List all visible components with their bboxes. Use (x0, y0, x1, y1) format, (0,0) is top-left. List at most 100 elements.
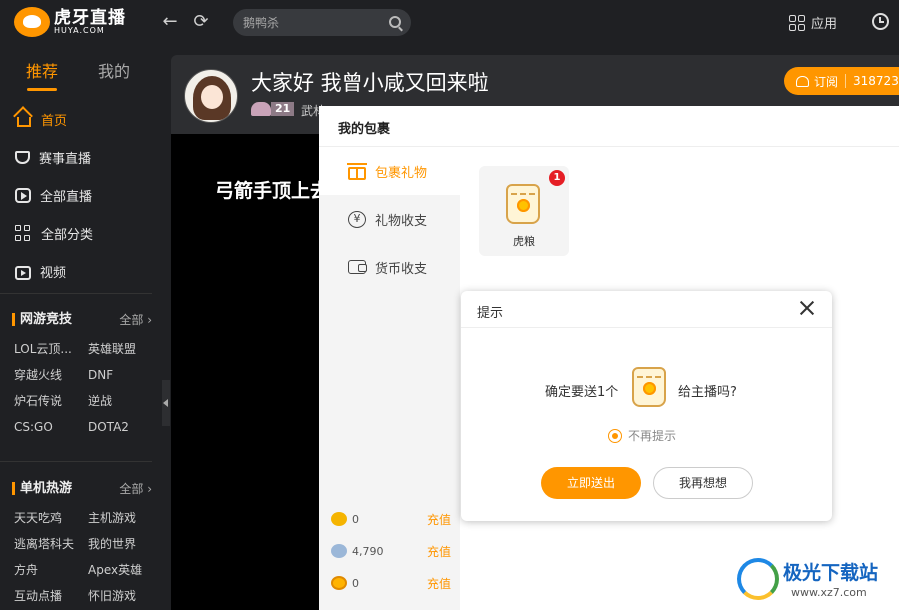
clock-icon[interactable] (872, 13, 889, 30)
yen-icon: ¥ (348, 210, 366, 228)
tab-label: 礼物收支 (375, 213, 428, 229)
section-all-link[interactable]: 全部 › (119, 480, 152, 497)
package-header: 我的包裹 (319, 106, 899, 147)
section-title: 网游竞技 (12, 313, 72, 326)
streamer-avatar[interactable] (184, 69, 238, 123)
aurora-logo-icon (737, 558, 779, 600)
tab-package-gifts[interactable]: 包裹礼物 (319, 147, 460, 195)
search-icon[interactable] (389, 16, 401, 28)
close-icon[interactable] (798, 299, 816, 317)
game-link[interactable]: 英雄联盟 (88, 340, 162, 358)
sidebar-item-esports[interactable]: 赛事直播 (0, 138, 162, 176)
sidebar: 推荐 我的 首页 赛事直播 全部直播 全部分类 视频 网游竞技 全部 › LOL… (0, 45, 162, 610)
currency-row-silver-bean: 4,790 充值 (331, 542, 451, 560)
level-wing-icon (251, 102, 271, 116)
game-link[interactable]: 我的世界 (88, 535, 162, 553)
dialog-header: 提示 (461, 291, 832, 328)
sidebar-item-video[interactable]: 视频 (0, 252, 162, 290)
subscribe-heart-icon (796, 75, 809, 87)
game-link[interactable]: 主机游戏 (88, 509, 162, 527)
room-title: 大家好 我曾小咸又回来啦 (251, 71, 489, 95)
watermark: 极光下载站 www.xz7.com (737, 556, 899, 610)
tv-icon (15, 265, 31, 280)
game-link[interactable]: 方舟 (14, 561, 88, 579)
huya-logo-icon (14, 7, 50, 37)
tiger-food-bag-icon (632, 367, 666, 407)
tab-label: 包裹礼物 (375, 165, 428, 181)
confirm-message: 确定要送1个 给主播吗? (545, 367, 755, 413)
section-title: 单机热游 (12, 482, 72, 495)
game-link[interactable]: CS:GO (14, 418, 88, 436)
send-now-button[interactable]: 立即送出 (541, 467, 641, 499)
apps-label: 应用 (811, 17, 838, 32)
sidebar-item-label: 首页 (41, 113, 68, 129)
confirm-message-after: 给主播吗? (678, 385, 737, 400)
game-link[interactable]: LOL云顶... (14, 340, 88, 358)
currency-row-huya-coin: 0 充值 (331, 574, 451, 592)
currency-row-gold-bean: 0 充值 (331, 510, 451, 528)
game-link[interactable]: 逆战 (88, 392, 162, 410)
huya-coin-icon (331, 576, 347, 590)
game-link[interactable]: 互动点播 (14, 587, 88, 605)
section-single-games-header: 单机热游 全部 › (12, 480, 152, 497)
currency-value: 4,790 (352, 544, 384, 558)
section-all-link[interactable]: 全部 › (119, 311, 152, 328)
subscribe-button[interactable]: 订阅 3187238 (784, 67, 899, 95)
grid-icon (15, 224, 32, 242)
recharge-link[interactable]: 充值 (427, 575, 451, 592)
logo-text-en: HUYA.COM (54, 25, 105, 35)
logo-text-cn: 虎牙直播 (54, 7, 126, 28)
search-input[interactable] (243, 9, 383, 36)
trophy-icon (15, 150, 30, 164)
play-icon (15, 187, 31, 203)
tab-gift-records[interactable]: ¥ 礼物收支 (319, 195, 460, 243)
section-online-games-header: 网游竞技 全部 › (12, 311, 152, 328)
sidebar-collapse-handle[interactable] (162, 380, 170, 426)
reconsider-button[interactable]: 我再想想 (653, 467, 753, 499)
huya-logo[interactable]: 虎牙直播 HUYA.COM (14, 7, 126, 37)
game-link[interactable]: DOTA2 (88, 418, 162, 436)
refresh-icon[interactable]: ⟳ (190, 11, 212, 33)
tiger-food-bag-icon (506, 184, 540, 224)
game-link[interactable]: 天天吃鸡 (14, 509, 88, 527)
subscribe-label: 订阅 (814, 74, 839, 89)
apps-button[interactable]: 应用 (789, 13, 837, 32)
no-remind-label: 不再提示 (628, 429, 677, 443)
divider (0, 461, 152, 462)
search-box (233, 9, 411, 36)
recharge-link[interactable]: 充值 (427, 543, 451, 560)
recharge-link[interactable]: 充值 (427, 511, 451, 528)
package-nav: 包裹礼物 ¥ 礼物收支 货币收支 0 充值 4,790 充值 0 充值 (319, 147, 460, 610)
silver-bean-icon (331, 544, 347, 558)
game-link[interactable]: 炉石传说 (14, 392, 88, 410)
tab-currency-records[interactable]: 货币收支 (319, 243, 460, 291)
no-remind-radio[interactable] (608, 428, 622, 443)
divider (0, 293, 152, 294)
game-link[interactable]: 怀旧游戏 (88, 587, 162, 605)
tab-recommend[interactable]: 推荐 (26, 58, 58, 91)
sidebar-menu: 首页 赛事直播 全部直播 全部分类 视频 (0, 100, 162, 290)
gift-item[interactable]: 1 虎粮 (479, 166, 569, 256)
package-title: 我的包裹 (338, 122, 391, 137)
sidebar-item-all-categories[interactable]: 全部分类 (0, 214, 162, 252)
sidebar-item-all-live[interactable]: 全部直播 (0, 176, 162, 214)
arrow-left-icon[interactable]: ← (159, 11, 181, 33)
game-link[interactable]: 穿越火线 (14, 366, 88, 384)
confirm-message-before: 确定要送1个 (545, 385, 619, 400)
sidebar-item-label: 视频 (40, 265, 67, 281)
tab-mine[interactable]: 我的 (98, 58, 130, 91)
game-list-single: 天天吃鸡 主机游戏 逃离塔科夫 我的世界 方舟 Apex英雄 互动点播 怀旧游戏 (14, 509, 162, 605)
no-remind-option[interactable]: 不再提示 (608, 427, 676, 444)
gold-bean-icon (331, 512, 347, 526)
home-icon (17, 117, 31, 127)
apps-grid-icon (789, 14, 805, 31)
sidebar-item-label: 赛事直播 (39, 151, 92, 167)
video-overlay-text: 弓箭手顶上去 (215, 180, 330, 202)
game-list-online: LOL云顶... 英雄联盟 穿越火线 DNF 炉石传说 逆战 CS:GO DOT… (14, 340, 162, 436)
sidebar-item-home[interactable]: 首页 (0, 100, 162, 138)
game-link[interactable]: 逃离塔科夫 (14, 535, 88, 553)
game-link[interactable]: DNF (88, 366, 162, 384)
game-link[interactable]: Apex英雄 (88, 561, 162, 579)
level-badge: 21 (251, 102, 295, 116)
watermark-url: www.xz7.com (791, 586, 867, 599)
